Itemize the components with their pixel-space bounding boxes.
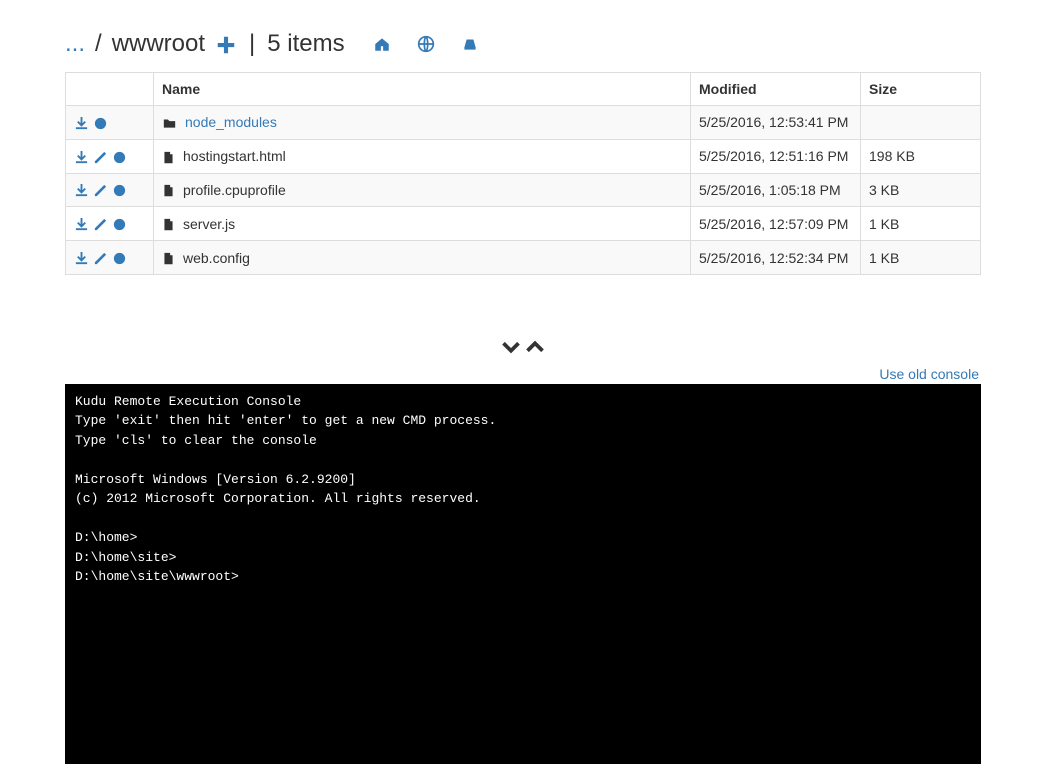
edit-button[interactable]: [93, 148, 108, 165]
home-button[interactable]: [373, 33, 391, 55]
disk-icon: [461, 35, 479, 53]
modified-cell: 5/25/2016, 12:53:41 PM: [691, 106, 861, 140]
chevron-up-icon: [525, 337, 545, 357]
size-cell: [861, 106, 981, 140]
delete-button[interactable]: [112, 182, 127, 199]
delete-button[interactable]: [112, 215, 127, 232]
folder-icon: [162, 117, 177, 130]
modified-cell: 5/25/2016, 12:57:09 PM: [691, 207, 861, 241]
folder-link[interactable]: node_modules: [185, 114, 277, 130]
download-icon: [74, 183, 89, 198]
delete-icon: [112, 183, 127, 198]
size-cell: 3 KB: [861, 173, 981, 207]
use-old-console-link[interactable]: Use old console: [879, 366, 979, 382]
file-icon: [162, 215, 175, 232]
disk-button[interactable]: [461, 33, 479, 55]
breadcrumb-separator: /: [95, 30, 102, 58]
file-icon: [162, 150, 175, 165]
delete-icon: [112, 150, 127, 165]
item-count: 5 items: [267, 30, 344, 58]
file-name: hostingstart.html: [183, 148, 286, 164]
site-root-button[interactable]: [417, 33, 435, 55]
delete-icon: [112, 251, 127, 266]
delete-button[interactable]: [93, 114, 108, 131]
console-terminal[interactable]: Kudu Remote Execution Console Type 'exit…: [65, 384, 981, 764]
delete-button[interactable]: [112, 148, 127, 165]
delete-icon: [112, 217, 127, 232]
file-icon: [162, 182, 175, 199]
column-header-modified: Modified: [691, 73, 861, 106]
table-row: web.config 5/25/2016, 12:52:34 PM1 KB: [66, 241, 981, 275]
size-cell: 198 KB: [861, 139, 981, 173]
plus-icon: [215, 34, 237, 56]
delete-button[interactable]: [112, 249, 127, 266]
breadcrumb: ... / wwwroot | 5 items: [65, 30, 981, 58]
file-icon: [162, 183, 175, 198]
breadcrumb-divider: |: [249, 30, 255, 58]
column-header-size: Size: [861, 73, 981, 106]
edit-icon: [93, 251, 108, 266]
column-header-name: Name: [154, 73, 691, 106]
download-button[interactable]: [74, 215, 89, 232]
download-button[interactable]: [74, 249, 89, 266]
collapse-up-button[interactable]: [525, 335, 545, 357]
delete-icon: [93, 116, 108, 131]
file-name: server.js: [183, 216, 235, 232]
table-row: hostingstart.html 5/25/2016, 12:51:16 PM1…: [66, 139, 981, 173]
modified-cell: 5/25/2016, 12:51:16 PM: [691, 139, 861, 173]
file-icon: [162, 148, 175, 165]
home-icon: [373, 35, 391, 53]
folder-icon: [162, 114, 177, 130]
download-button[interactable]: [74, 182, 89, 199]
edit-icon: [93, 150, 108, 165]
modified-cell: 5/25/2016, 1:05:18 PM: [691, 173, 861, 207]
file-name: profile.cpuprofile: [183, 182, 286, 198]
add-item-button[interactable]: [215, 30, 237, 58]
expand-down-button[interactable]: [501, 335, 525, 357]
download-button[interactable]: [74, 114, 89, 131]
edit-icon: [93, 217, 108, 232]
file-icon: [162, 251, 175, 266]
table-row: server.js 5/25/2016, 12:57:09 PM1 KB: [66, 207, 981, 241]
edit-button[interactable]: [93, 215, 108, 232]
globe-icon: [417, 35, 435, 53]
size-cell: 1 KB: [861, 241, 981, 275]
resize-arrows: [65, 335, 981, 358]
breadcrumb-parent[interactable]: ...: [65, 30, 85, 58]
table-row: node_modules 5/25/2016, 12:53:41 PM: [66, 106, 981, 140]
edit-button[interactable]: [93, 182, 108, 199]
download-button[interactable]: [74, 148, 89, 165]
modified-cell: 5/25/2016, 12:52:34 PM: [691, 241, 861, 275]
chevron-down-icon: [501, 337, 521, 357]
file-icon: [162, 217, 175, 232]
file-icon: [162, 249, 175, 266]
file-name: web.config: [183, 250, 250, 266]
download-icon: [74, 217, 89, 232]
breadcrumb-current: wwwroot: [112, 30, 205, 58]
column-header-actions: [66, 73, 154, 106]
edit-icon: [93, 183, 108, 198]
file-table: Name Modified Size node_modules 5/25/2016…: [65, 72, 981, 275]
size-cell: 1 KB: [861, 207, 981, 241]
download-icon: [74, 251, 89, 266]
edit-button[interactable]: [93, 249, 108, 266]
download-icon: [74, 116, 89, 131]
table-row: profile.cpuprofile 5/25/2016, 1:05:18 PM3…: [66, 173, 981, 207]
download-icon: [74, 150, 89, 165]
